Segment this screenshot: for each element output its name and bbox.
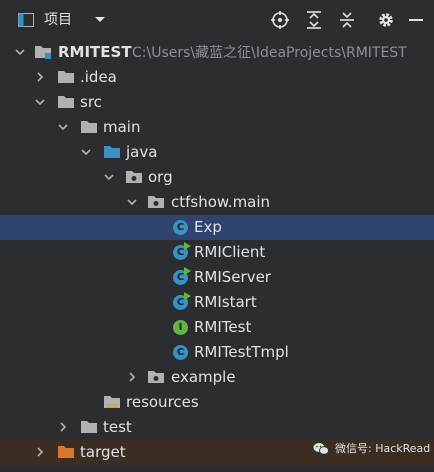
chevron-down-icon[interactable] xyxy=(57,121,69,133)
package-icon xyxy=(148,196,164,208)
package-label: example xyxy=(171,368,236,386)
file-label: RMIServer xyxy=(194,268,271,286)
folder-label: target xyxy=(80,443,126,461)
runnable-class-icon: C xyxy=(173,242,191,260)
excluded-folder-icon xyxy=(58,446,74,458)
folder-label: resources xyxy=(126,393,199,411)
chevron-down-icon[interactable] xyxy=(103,171,115,183)
settings-icon[interactable] xyxy=(376,10,396,30)
runnable-class-icon: C xyxy=(173,292,191,310)
folder-label: .idea xyxy=(80,68,117,86)
folder-label: main xyxy=(103,118,141,136)
tree-row-rmiclient[interactable]: C RMIClient xyxy=(0,240,434,265)
run-badge-icon xyxy=(184,242,191,250)
chevron-right-icon[interactable] xyxy=(57,421,69,433)
tree-row-rmiserver[interactable]: C RMIServer xyxy=(0,265,434,290)
tool-window-title[interactable]: 项目 xyxy=(44,11,72,29)
chevron-right-icon[interactable] xyxy=(34,71,46,83)
class-icon: C xyxy=(173,220,188,235)
tree-row-resources[interactable]: resources xyxy=(0,390,434,415)
package-icon xyxy=(148,371,164,383)
chevron-down-icon[interactable] xyxy=(34,96,46,108)
dropdown-icon[interactable] xyxy=(90,10,110,30)
tree-row-rmitest[interactable]: I RMITest xyxy=(0,315,434,340)
source-folder-icon xyxy=(104,146,120,158)
interface-icon: I xyxy=(173,320,188,335)
runnable-class-icon: C xyxy=(173,267,191,285)
wechat-icon xyxy=(313,442,329,455)
hide-icon[interactable] xyxy=(406,10,426,30)
folder-label: test xyxy=(103,418,132,436)
file-label: Exp xyxy=(194,218,222,236)
folder-icon xyxy=(58,96,74,108)
tree-row-example[interactable]: example xyxy=(0,365,434,390)
watermark: 微信号: HackRead xyxy=(313,440,430,456)
run-badge-icon xyxy=(184,267,191,275)
run-badge-icon xyxy=(184,292,191,300)
folder-icon xyxy=(81,421,97,433)
file-label: RMITestTmpl xyxy=(194,343,289,361)
chevron-right-icon[interactable] xyxy=(126,371,138,383)
package-icon xyxy=(126,171,142,183)
tree-row-root[interactable]: RMITEST C:\Users\藏蓝之征\IdeaProjects\RMITE… xyxy=(0,40,434,65)
file-label: RMITest xyxy=(194,318,252,336)
folder-label: src xyxy=(80,93,102,111)
tree-row-test[interactable]: test xyxy=(0,415,434,440)
chevron-down-icon[interactable] xyxy=(80,146,92,158)
tree-row-src[interactable]: src xyxy=(0,90,434,115)
tree-row-idea[interactable]: .idea xyxy=(0,65,434,90)
tree-row-ctfshow-main[interactable]: ctfshow.main xyxy=(0,190,434,215)
package-label: org xyxy=(148,168,173,186)
root-project-label: RMITEST xyxy=(58,43,132,61)
locate-icon[interactable] xyxy=(270,10,290,30)
root-project-path: C:\Users\藏蓝之征\IdeaProjects\RMITEST xyxy=(132,45,407,61)
class-icon: C xyxy=(173,345,188,360)
tree-row-java[interactable]: java xyxy=(0,140,434,165)
folder-icon xyxy=(81,121,97,133)
project-toolbar: 项目 xyxy=(0,0,434,40)
expand-all-icon[interactable] xyxy=(304,10,324,30)
folder-label: java xyxy=(126,143,158,161)
file-label: RMIClient xyxy=(194,243,266,261)
tree-row-exp[interactable]: C Exp xyxy=(0,215,434,240)
tree-row-main[interactable]: main xyxy=(0,115,434,140)
folder-icon xyxy=(58,71,74,83)
collapse-all-icon[interactable] xyxy=(337,10,357,30)
tree-row-rmitesttmpl[interactable]: C RMITestTmpl xyxy=(0,340,434,365)
chevron-down-icon[interactable] xyxy=(14,46,26,58)
project-view-icon[interactable] xyxy=(18,13,34,27)
file-label: RMIstart xyxy=(194,293,257,311)
tree-row-org[interactable]: org xyxy=(0,165,434,190)
resources-folder-icon xyxy=(104,396,120,408)
tree-row-rmistart[interactable]: C RMIstart xyxy=(0,290,434,315)
chevron-right-icon[interactable] xyxy=(34,446,46,458)
project-tool-window: 项目 RMITEST C:\Users\藏蓝之征\IdeaProjects\RM… xyxy=(0,0,434,472)
chevron-down-icon[interactable] xyxy=(126,196,138,208)
package-label: ctfshow.main xyxy=(171,193,271,211)
watermark-text: 微信号: HackRead xyxy=(335,442,431,455)
module-folder-icon xyxy=(35,46,51,59)
